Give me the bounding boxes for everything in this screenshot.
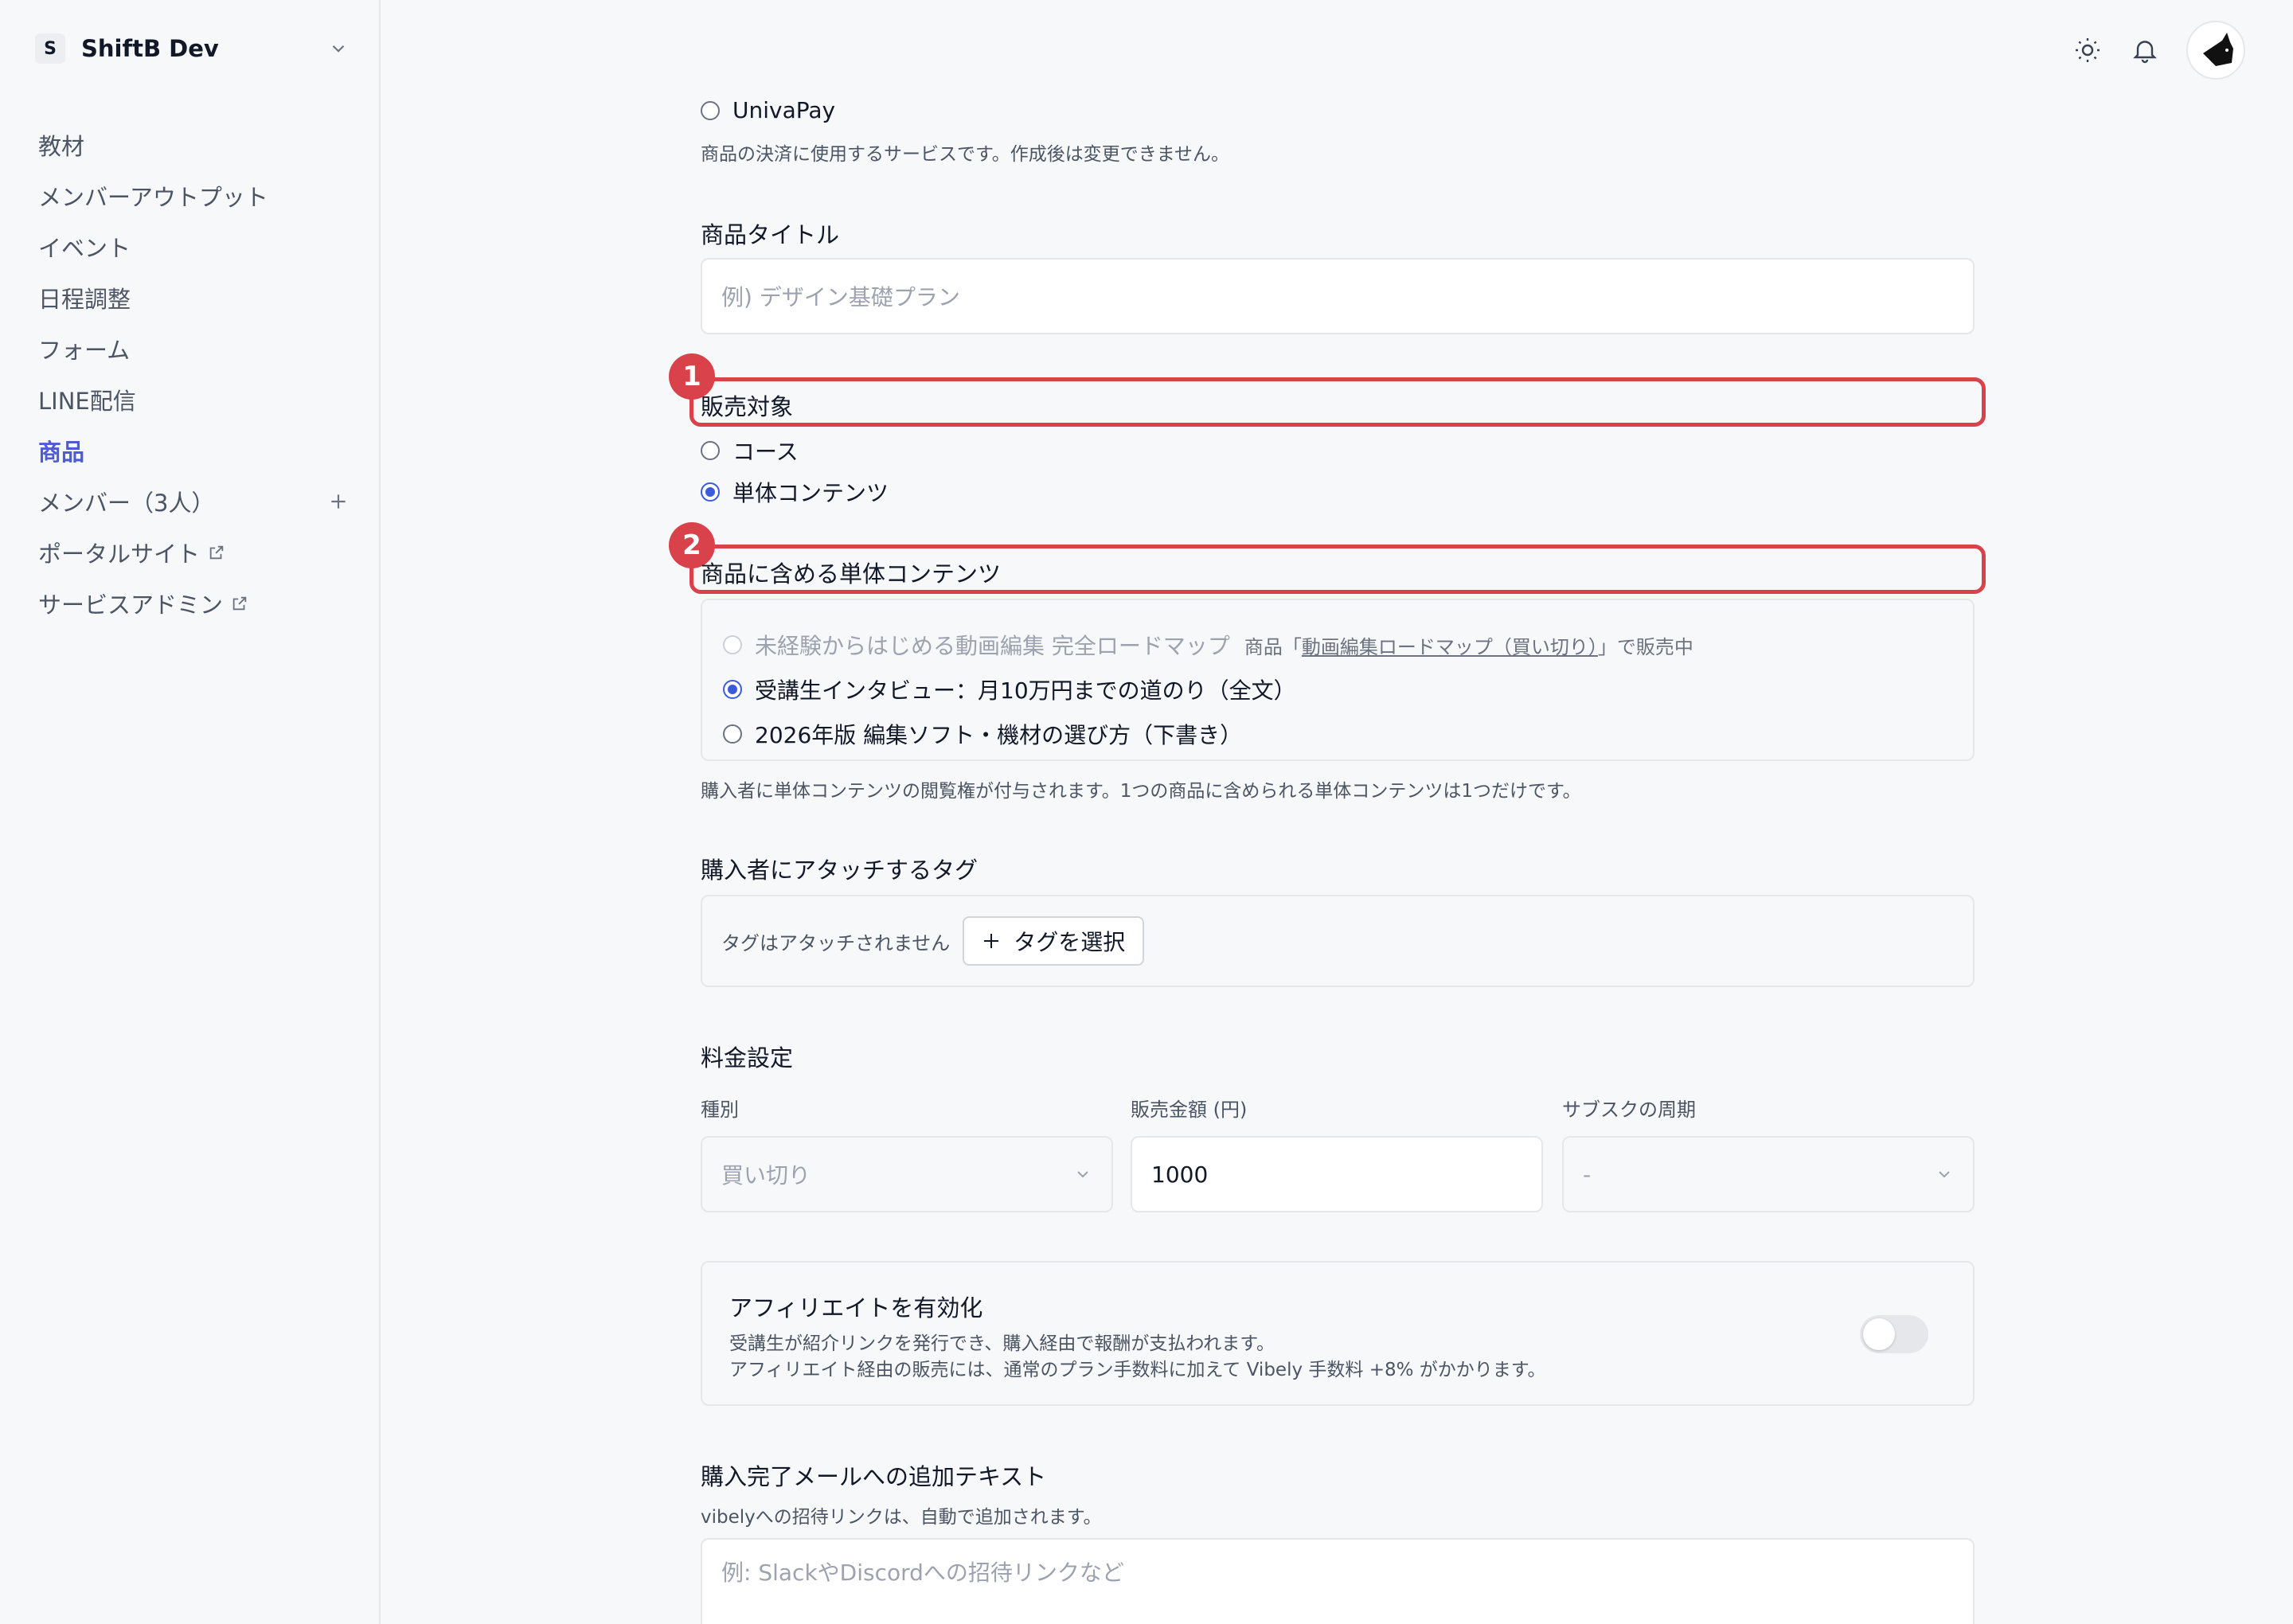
mail-text-label: 購入完了メールへの追加テキスト xyxy=(701,1463,1047,1490)
option-label: 2026年版 編集ソフト・機材の選び方（下書き） xyxy=(755,722,1243,748)
title-input[interactable]: 例) デザイン基礎プラン xyxy=(701,258,1975,334)
workspace-badge: S xyxy=(35,33,65,64)
pricing-label: 料金設定 xyxy=(701,1044,794,1072)
content-option-roadmap: 未経験からはじめる動画編集 完全ロードマップ 商品「動画編集ロードマップ（買い切… xyxy=(723,623,1973,667)
affiliate-description: 受講生が紹介リンクを発行でき、購入経由で報酬が支払われます。 アフィリエイト経由… xyxy=(729,1331,1973,1384)
chevron-down-icon xyxy=(1077,1171,1088,1178)
affiliate-panel: アフィリエイトを有効化 受講生が紹介リンクを発行でき、購入経由で報酬が支払われま… xyxy=(701,1261,1975,1406)
sidebar-item-label: ポータルサイト xyxy=(38,541,201,568)
plus-icon xyxy=(984,934,999,948)
sidebar-nav: 教材 メンバーアウトプット イベント 日程調整 フォーム LINE配信 商品 メ… xyxy=(38,119,349,629)
callout-highlight-1 xyxy=(689,377,1986,427)
header-actions xyxy=(2072,21,2245,80)
affiliate-desc-line-2: アフィリエイト経由の販売には、通常のプラン手数料に加えて Vibely 手数料 … xyxy=(729,1360,1546,1380)
sale-target-label: 販売対象 xyxy=(701,393,794,420)
pricing-cycle-select[interactable]: - xyxy=(1562,1136,1975,1212)
mail-text-textarea[interactable]: 例: SlackやDiscordへの招待リンクなど xyxy=(701,1538,1975,1624)
sidebar-item-label: フォーム xyxy=(38,337,131,364)
note-suffix: 」で販売中 xyxy=(1597,635,1693,658)
cat-avatar-icon xyxy=(2203,33,2233,66)
pricing-cycle-value: - xyxy=(1583,1161,1592,1188)
sidebar-item-label: メンバー（3人） xyxy=(38,490,215,517)
sidebar-item-products[interactable]: 商品 xyxy=(38,425,349,476)
external-link-icon xyxy=(209,545,224,560)
plus-icon[interactable] xyxy=(328,491,349,512)
tags-empty-note: タグはアタッチされません xyxy=(721,931,951,954)
pricing-cycle-field: サブスクの周期 - xyxy=(1562,1094,1975,1212)
radio-button[interactable] xyxy=(701,482,720,502)
sidebar-item-label: 教材 xyxy=(38,133,85,160)
sidebar-item-events[interactable]: イベント xyxy=(38,221,349,272)
workspace-switcher[interactable]: S ShiftB Dev xyxy=(35,30,349,67)
sidebar: S ShiftB Dev 教材 メンバーアウトプット イベント 日程調整 フォー… xyxy=(0,0,381,1624)
option-label: 受講生インタビュー：月10万円までの道のり（全文） xyxy=(755,677,1296,704)
sidebar-item-label: LINE配信 xyxy=(38,388,136,415)
content-options: 未経験からはじめる動画編集 完全ロードマップ 商品「動画編集ロードマップ（買い切… xyxy=(701,599,1975,761)
content-option-interview[interactable]: 受講生インタビュー：月10万円までの道のり（全文） xyxy=(723,667,1973,712)
affiliate-title: アフィリエイトを有効化 xyxy=(729,1294,983,1321)
select-tag-label: タグを選択 xyxy=(1014,929,1126,955)
pricing-type-label: 種別 xyxy=(701,1099,739,1121)
payment-option-univapay[interactable]: UnivaPay xyxy=(701,97,835,123)
sidebar-item-forms[interactable]: フォーム xyxy=(38,323,349,374)
sold-note: 商品「動画編集ロードマップ（買い切り）」で販売中 xyxy=(1244,631,1693,659)
notifications-button[interactable] xyxy=(2129,34,2161,66)
tags-label: 購入者にアタッチするタグ xyxy=(701,857,979,884)
chevron-down-icon xyxy=(332,45,345,53)
included-content-label: 商品に含める単体コンテンツ xyxy=(701,560,1002,588)
radio-button xyxy=(723,635,742,654)
radio-button[interactable] xyxy=(723,680,742,699)
select-tag-button[interactable]: タグを選択 xyxy=(963,916,1145,966)
sale-target-option-course[interactable]: コース xyxy=(701,435,799,467)
avatar[interactable] xyxy=(2186,21,2245,80)
sidebar-item-materials[interactable]: 教材 xyxy=(38,119,349,170)
note-prefix: 商品「 xyxy=(1244,635,1302,658)
pricing-cycle-label: サブスクの周期 xyxy=(1562,1099,1696,1121)
sidebar-item-label: イベント xyxy=(38,235,131,262)
radio-button[interactable] xyxy=(701,100,720,120)
workspace-name: ShiftB Dev xyxy=(81,35,219,62)
chevron-down-icon xyxy=(1939,1171,1950,1178)
external-link-icon xyxy=(232,596,247,611)
sidebar-item-label: サービスアドミン xyxy=(38,591,224,619)
mail-text-help: vibelyへの招待リンクは、自動で追加されます。 xyxy=(701,1507,1102,1528)
affiliate-desc-line-1: 受講生が紹介リンクを発行でき、購入経由で報酬が支払われます。 xyxy=(729,1333,1275,1354)
option-label: コース xyxy=(732,439,799,465)
sidebar-item-scheduling[interactable]: 日程調整 xyxy=(38,272,349,323)
pricing-type-value: 買い切り xyxy=(721,1162,811,1189)
included-content-help: 購入者に単体コンテンツの閲覧権が付与されます。1つの商品に含められる単体コンテン… xyxy=(701,781,1581,802)
bell-icon xyxy=(2133,41,2157,64)
radio-button[interactable] xyxy=(723,724,742,744)
payment-help: 商品の決済に使用するサービスです。作成後は変更できません。 xyxy=(701,144,1230,165)
option-label: 未経験からはじめる動画編集 完全ロードマップ xyxy=(755,633,1230,659)
sun-icon xyxy=(2076,38,2100,62)
pricing-type-field: 種別 買い切り xyxy=(701,1094,1113,1212)
sidebar-item-member-output[interactable]: メンバーアウトプット xyxy=(38,170,349,221)
sidebar-item-label: メンバーアウトプット xyxy=(38,184,268,211)
pricing-amount-field: 販売金額 (円) 1000 xyxy=(1131,1094,1543,1212)
pricing-type-select[interactable]: 買い切り xyxy=(701,1136,1113,1212)
theme-toggle-button[interactable] xyxy=(2072,34,2104,66)
pricing-amount-value: 1000 xyxy=(1151,1161,1209,1188)
title-label: 商品タイトル xyxy=(701,221,840,248)
pricing-amount-input[interactable]: 1000 xyxy=(1131,1136,1543,1212)
content-option-equipment[interactable]: 2026年版 編集ソフト・機材の選び方（下書き） xyxy=(723,712,1973,756)
tags-box: タグはアタッチされません タグを選択 xyxy=(701,895,1975,987)
payment-option-label: UnivaPay xyxy=(732,97,836,123)
sidebar-item-label: 日程調整 xyxy=(38,286,131,313)
affiliate-toggle[interactable] xyxy=(1860,1315,1928,1353)
sidebar-item-portal[interactable]: ポータルサイト xyxy=(38,527,349,578)
option-label: 単体コンテンツ xyxy=(732,480,889,506)
sidebar-item-line[interactable]: LINE配信 xyxy=(38,374,349,425)
sidebar-item-service-admin[interactable]: サービスアドミン xyxy=(38,578,349,629)
pricing-amount-label: 販売金額 (円) xyxy=(1131,1099,1248,1121)
radio-button[interactable] xyxy=(701,441,720,460)
sidebar-item-label: 商品 xyxy=(38,439,85,466)
product-link[interactable]: 動画編集ロードマップ（買い切り） xyxy=(1302,636,1598,658)
sidebar-item-members[interactable]: メンバー（3人） xyxy=(38,476,349,527)
sale-target-option-single[interactable]: 単体コンテンツ xyxy=(701,476,889,508)
